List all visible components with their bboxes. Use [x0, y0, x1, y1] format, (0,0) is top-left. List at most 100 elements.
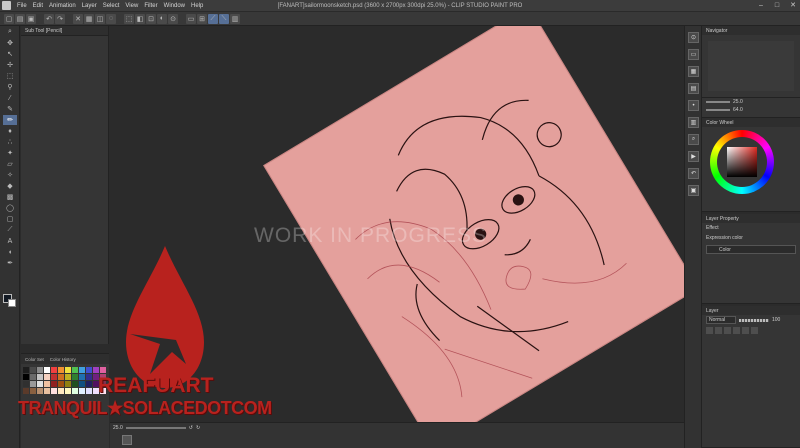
color-swatch[interactable] — [86, 374, 92, 380]
redo-icon[interactable]: ↷ — [55, 13, 65, 24]
layer-move-icon[interactable]: ✢ — [3, 60, 17, 70]
tab-color-history[interactable]: Color History — [50, 357, 76, 362]
animation-dock-icon[interactable]: ▶ — [688, 151, 699, 162]
operation-tool-icon[interactable]: ↖ — [3, 49, 17, 59]
color-swatch[interactable] — [100, 367, 106, 373]
opacity-value[interactable]: 100 — [772, 317, 780, 323]
color-swatch[interactable] — [30, 388, 36, 394]
move-tool-icon[interactable]: ✥ — [3, 38, 17, 48]
color-swatch[interactable] — [65, 381, 71, 387]
color-swatch[interactable] — [30, 374, 36, 380]
blend-tool-icon[interactable]: ✧ — [3, 170, 17, 180]
reset-view-icon[interactable]: ⊙ — [168, 13, 178, 24]
menu-layer[interactable]: Layer — [79, 3, 100, 9]
color-swatch[interactable] — [79, 388, 85, 394]
subview-dock-icon[interactable]: ▭ — [688, 49, 699, 60]
zoom-slider[interactable] — [125, 426, 186, 429]
eyedropper-icon[interactable]: ⁄ — [3, 93, 17, 103]
material-dock-icon[interactable]: ▣ — [688, 185, 699, 196]
figure-tool-icon[interactable]: ◯ — [3, 203, 17, 213]
menu-edit[interactable]: Edit — [30, 3, 46, 9]
pencil-tool-icon[interactable]: ✏ — [3, 115, 17, 125]
decoration-tool-icon[interactable]: ✦ — [3, 148, 17, 158]
blend-mode-select[interactable]: Normal — [706, 316, 736, 324]
color-swatch[interactable] — [23, 367, 29, 373]
menu-view[interactable]: View — [122, 3, 141, 9]
color-swatch[interactable] — [72, 388, 78, 394]
navigator-angle-value[interactable]: 64.0 — [733, 107, 743, 113]
color-swatch[interactable] — [79, 367, 85, 373]
history-dock-icon[interactable]: ↶ — [688, 168, 699, 179]
snap-grid-icon[interactable]: ▥ — [230, 13, 240, 24]
new-folder-icon[interactable] — [715, 327, 722, 334]
fill-tool-icon[interactable]: ◆ — [3, 181, 17, 191]
color-swatch[interactable] — [44, 388, 50, 394]
color-swatch[interactable] — [37, 374, 43, 380]
rotate-left-icon[interactable]: ↺ — [189, 425, 193, 431]
frame-tool-icon[interactable]: ▢ — [3, 214, 17, 224]
color-swatch[interactable] — [58, 367, 64, 373]
layer-search-dock-icon[interactable]: ⌕ — [688, 134, 699, 145]
rotate-slider-nav[interactable] — [706, 109, 730, 111]
zoom-value[interactable]: 25.0 — [113, 425, 123, 431]
saturation-value-square[interactable] — [727, 147, 757, 177]
color-swatch[interactable] — [30, 367, 36, 373]
zoom-slider-nav[interactable] — [706, 101, 730, 103]
color-swatch[interactable] — [58, 388, 64, 394]
color-swatch[interactable] — [86, 388, 92, 394]
gradient-tool-icon[interactable]: ▩ — [3, 192, 17, 202]
color-swatch[interactable] — [44, 374, 50, 380]
brush-size-dock-icon[interactable]: • — [688, 100, 699, 111]
color-swatch[interactable] — [65, 374, 71, 380]
color-swatch[interactable] — [37, 367, 43, 373]
color-swatch[interactable] — [23, 381, 29, 387]
color-swatch[interactable] — [65, 367, 71, 373]
undo-icon[interactable]: ↶ — [44, 13, 54, 24]
menu-filter[interactable]: Filter — [141, 3, 160, 9]
color-swatch[interactable] — [86, 381, 92, 387]
clip-icon[interactable] — [724, 327, 731, 334]
ruler-icon[interactable]: ▭ — [186, 13, 196, 24]
color-swatch[interactable] — [51, 381, 57, 387]
color-swatch[interactable] — [72, 374, 78, 380]
text-tool-icon[interactable]: A — [3, 236, 17, 246]
color-swatch[interactable] — [51, 388, 57, 394]
balloon-tool-icon[interactable]: ◖ — [3, 247, 17, 257]
rotate-right-icon[interactable]: ↻ — [196, 425, 200, 431]
clear-icon[interactable]: ✕ — [73, 13, 83, 24]
select-all-icon[interactable]: ⬚ — [124, 13, 134, 24]
color-swatch[interactable] — [30, 381, 36, 387]
minimize-icon[interactable]: – — [756, 1, 766, 10]
item-bank-dock-icon[interactable]: ▦ — [688, 66, 699, 77]
new-layer-icon[interactable] — [706, 327, 713, 334]
delete-layer-icon[interactable] — [751, 327, 758, 334]
selection-tool-icon[interactable]: ⬚ — [3, 71, 17, 81]
color-swatch[interactable] — [86, 367, 92, 373]
color-swatch[interactable] — [93, 367, 99, 373]
color-swatch[interactable] — [65, 388, 71, 394]
maximize-icon[interactable]: □ — [772, 1, 782, 10]
color-swatch[interactable] — [79, 374, 85, 380]
mask-icon[interactable] — [742, 327, 749, 334]
snap-special-ruler-icon[interactable]: ⟍ — [219, 13, 229, 24]
menu-window[interactable]: Window — [161, 3, 188, 9]
color-swatch[interactable] — [72, 367, 78, 373]
opacity-slider[interactable] — [739, 318, 769, 322]
snap-icon[interactable]: ⊞ — [197, 13, 207, 24]
brush-tool-icon[interactable]: ♦ — [3, 126, 17, 136]
nav-thumbnail[interactable] — [122, 435, 132, 445]
color-swatch[interactable] — [58, 381, 64, 387]
sub-color-swatch[interactable] — [8, 299, 16, 307]
color-swatch[interactable] — [79, 381, 85, 387]
color-swatch[interactable] — [37, 388, 43, 394]
open-icon[interactable]: ▤ — [15, 13, 25, 24]
deselect-icon[interactable]: ◌ — [106, 13, 116, 24]
close-icon[interactable]: ✕ — [788, 1, 798, 10]
color-swatch[interactable] — [23, 374, 29, 380]
sub-tool-tab[interactable]: Sub Tool [Pencil] — [21, 26, 108, 36]
fill-icon[interactable]: ▦ — [84, 13, 94, 24]
snap-ruler-icon[interactable]: ⟋ — [208, 13, 218, 24]
transform-icon[interactable]: ◫ — [95, 13, 105, 24]
hue-ring[interactable] — [710, 130, 774, 194]
color-swatch[interactable] — [51, 374, 57, 380]
